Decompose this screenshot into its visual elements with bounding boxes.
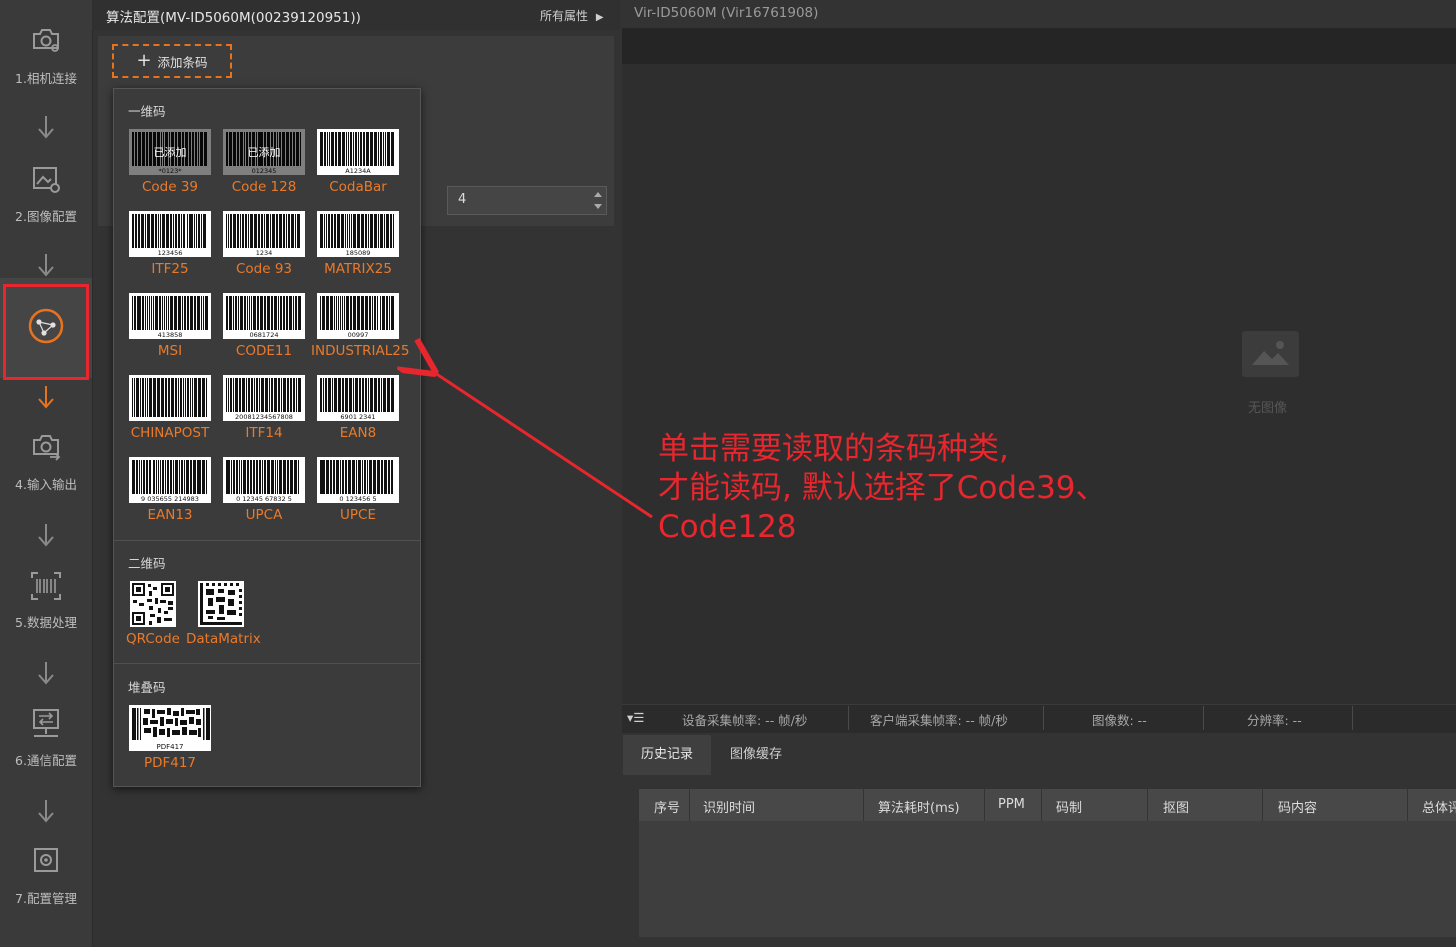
annotation-line: 才能读码, 默认选择了Code39、: [658, 470, 1107, 506]
annotation-line: Code128: [658, 509, 797, 545]
annotation-text: 单击需要读取的条码种类, 才能读码, 默认选择了Code39、 Code128: [658, 430, 1218, 547]
annotation-line: 单击需要读取的条码种类,: [658, 431, 1009, 467]
